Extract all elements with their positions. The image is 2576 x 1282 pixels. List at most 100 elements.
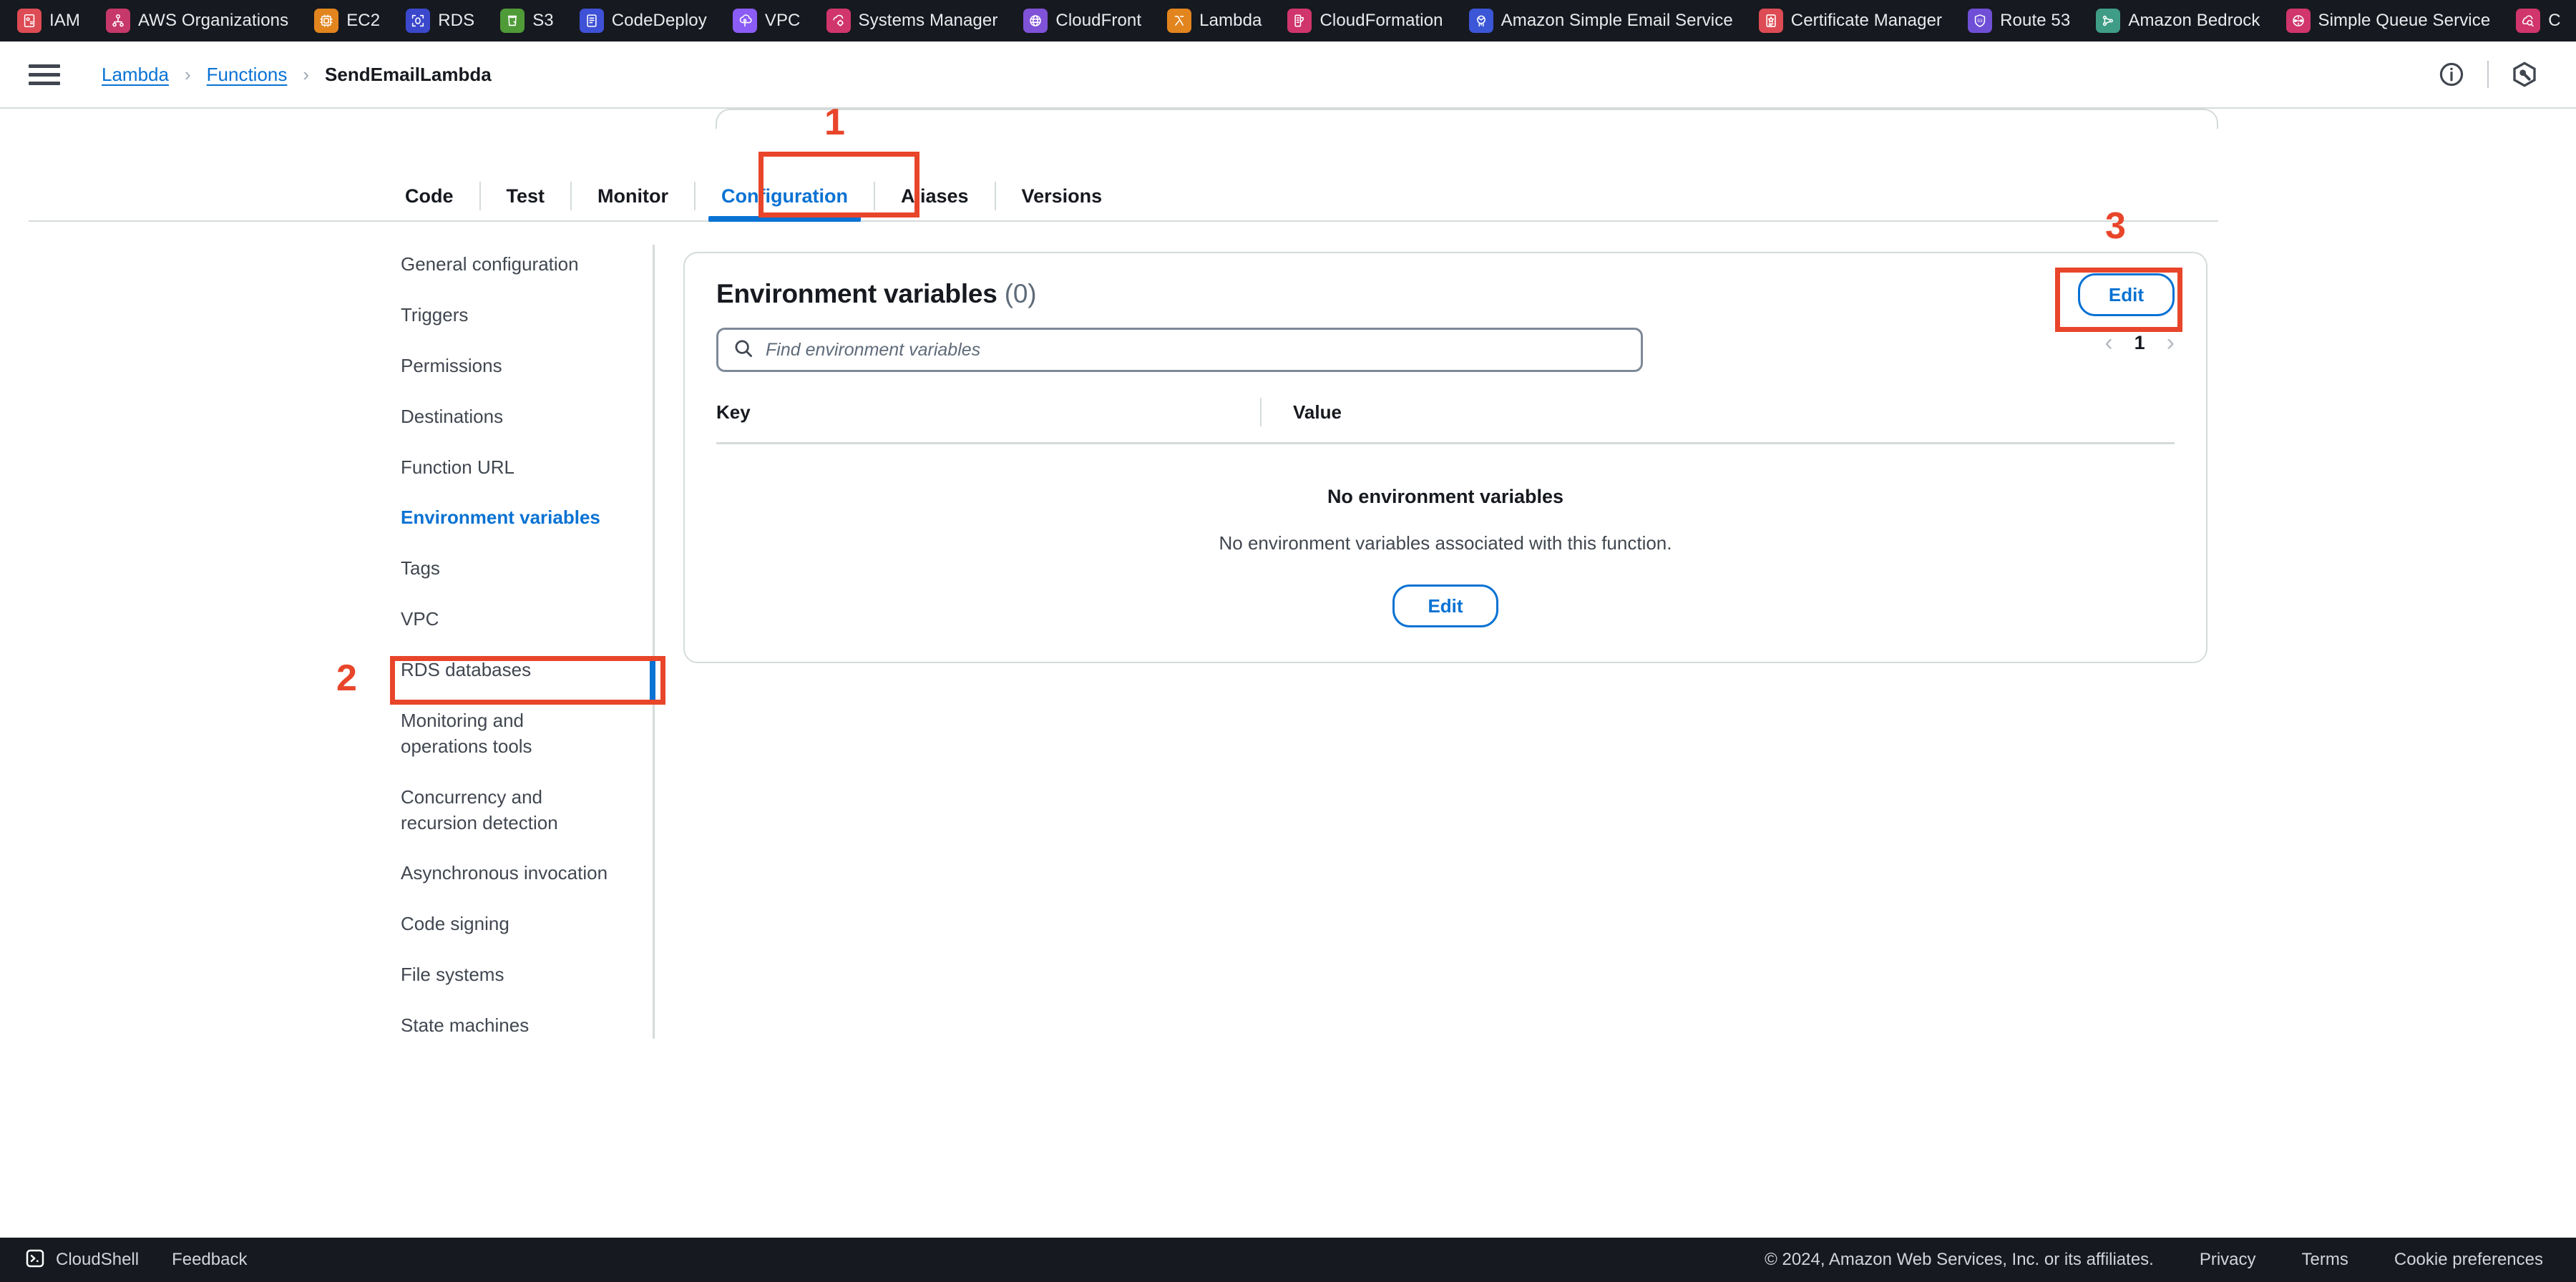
page-title: Environment variables (0): [716, 279, 1037, 309]
info-icon[interactable]: [2429, 52, 2474, 97]
edit-button[interactable]: Edit: [2077, 273, 2175, 316]
tab-code[interactable]: Code: [379, 167, 479, 222]
bookmark-label: Lambda: [1199, 11, 1262, 30]
sidebar-item-general-configuration[interactable]: General configuration: [401, 252, 658, 278]
cloudshell-label: CloudShell: [56, 1250, 140, 1269]
tab-test[interactable]: Test: [481, 167, 571, 222]
organizations-icon: [105, 9, 130, 33]
tab-configuration[interactable]: Configuration: [696, 167, 874, 222]
aws-bookmark-bar: IAM AWS Organizations EC2 RDS S3 CodeDeploy VP…: [0, 0, 2576, 41]
cloudshell-button[interactable]: CloudShell: [24, 1248, 139, 1273]
tab-versions[interactable]: Versions: [996, 167, 1128, 222]
annotation-number-1: 1: [824, 102, 845, 143]
search-icon: [733, 338, 754, 363]
sidebar-item-vpc[interactable]: VPC: [401, 607, 658, 632]
breadcrumb-lambda[interactable]: Lambda: [102, 64, 169, 86]
sidebar-item-permissions[interactable]: Permissions: [401, 353, 658, 379]
ec2-icon: [314, 9, 339, 33]
bookmark-label: S3: [532, 11, 554, 30]
bookmark-label: AWS Organizations: [137, 11, 289, 30]
terms-link[interactable]: Terms: [2302, 1250, 2348, 1270]
tab-label: Configuration: [721, 185, 848, 207]
privacy-link[interactable]: Privacy: [2200, 1250, 2256, 1270]
bookmark-item-iam[interactable]: IAM: [17, 0, 94, 41]
footer-right: © 2024, Amazon Web Services, Inc. or its…: [1765, 1250, 2576, 1270]
bookmark-label: Simple Queue Service: [2318, 11, 2491, 30]
sidebar-item-file-systems[interactable]: File systems: [401, 962, 658, 988]
svg-text:53: 53: [1978, 19, 1984, 24]
breadcrumb-separator-1: ›: [184, 63, 191, 85]
bookmark-item-ec2[interactable]: EC2: [314, 0, 394, 41]
sqs-icon: [2285, 9, 2311, 33]
sidebar-item-destinations[interactable]: Destinations: [401, 404, 658, 430]
configuration-sidenav: General configuration Triggers Permissions…: [401, 252, 658, 1064]
bookmark-label: Route 53: [2000, 11, 2071, 30]
breadcrumb-current: SendEmailLambda: [325, 63, 492, 85]
bookmark-label: IAM: [49, 11, 80, 30]
sidebar-item-tags[interactable]: Tags: [401, 556, 658, 582]
iam-icon: [17, 9, 42, 33]
sidebar-item-triggers[interactable]: Triggers: [401, 303, 658, 328]
cloudwatch-icon: [2516, 9, 2541, 33]
sidebar-item-state-machines[interactable]: State machines: [401, 1013, 658, 1039]
bookmark-item-amazon-bedrock[interactable]: Amazon Bedrock: [2096, 0, 2274, 41]
function-tabs: Code Test Monitor Configuration Aliases Versi…: [0, 150, 2576, 222]
tab-monitor[interactable]: Monitor: [572, 167, 694, 222]
annotation-number-2: 2: [336, 657, 357, 699]
bookmark-item-s3[interactable]: S3: [500, 0, 568, 41]
bookmark-label: CloudFront: [1055, 11, 1142, 30]
route53-icon: 53: [1968, 9, 1993, 33]
cloudfront-icon: [1023, 9, 1048, 33]
hamburger-icon[interactable]: [29, 60, 60, 89]
bookmark-item-lambda[interactable]: Lambda: [1167, 0, 1276, 41]
bookmark-item-c[interactable]: C: [2516, 0, 2575, 41]
empty-state-title: No environment variables: [1327, 486, 1564, 507]
tab-aliases[interactable]: Aliases: [875, 167, 995, 222]
bookmark-item-amazon-simple-email-service[interactable]: Amazon Simple Email Service: [1468, 0, 1747, 41]
bookmark-item-simple-queue-service[interactable]: Simple Queue Service: [2285, 0, 2505, 41]
empty-state: No environment variables No environment …: [685, 486, 2206, 627]
bookmark-item-aws-organizations[interactable]: AWS Organizations: [105, 0, 303, 41]
sidebar-item-rds-databases[interactable]: RDS databases: [401, 657, 658, 683]
chevron-left-icon[interactable]: ‹: [2104, 331, 2112, 355]
feedback-link[interactable]: Feedback: [172, 1250, 247, 1270]
bookmark-label: VPC: [764, 11, 801, 30]
sidebar-item-monitoring-and-operations-tools[interactable]: Monitoring and operations tools: [401, 708, 658, 760]
sidebar-item-concurrency-and-recursion-detection[interactable]: Concurrency and recursion detection: [401, 785, 658, 836]
bookmark-item-route-53[interactable]: 53 Route 53: [1968, 0, 2084, 41]
sidebar-item-environment-variables[interactable]: Environment variables: [401, 505, 658, 531]
settings-hex-icon[interactable]: [2502, 52, 2547, 97]
bookmark-item-codedeploy[interactable]: CodeDeploy: [579, 0, 721, 41]
bookmark-item-cloudformation[interactable]: CloudFormation: [1287, 0, 1457, 41]
pagination-page[interactable]: 1: [2135, 332, 2145, 354]
breadcrumb: Lambda › Functions › SendEmailLambda: [102, 64, 492, 86]
footer-left: CloudShell Feedback: [0, 1248, 247, 1273]
sidebar-item-code-signing[interactable]: Code signing: [401, 911, 658, 937]
empty-state-edit-button[interactable]: Edit: [1392, 584, 1498, 627]
certificate-manager-icon: [1758, 9, 1783, 33]
chevron-right-icon[interactable]: ›: [2167, 331, 2175, 355]
empty-state-subtitle: No environment variables associated with…: [1219, 532, 1672, 554]
breadcrumb-functions[interactable]: Functions: [207, 64, 288, 86]
table-header-row: Key Value: [716, 398, 2175, 444]
bookmark-label: RDS: [438, 11, 475, 30]
panel-above-edge: [716, 109, 2218, 129]
sidebar-item-asynchronous-invocation[interactable]: Asynchronous invocation: [401, 861, 658, 886]
bookmark-item-rds[interactable]: RDS: [406, 0, 489, 41]
column-header-key: Key: [716, 401, 751, 423]
environment-variables-card: Environment variables (0) Edit Find envi…: [683, 252, 2207, 663]
bookmark-item-certificate-manager[interactable]: Certificate Manager: [1758, 0, 1956, 41]
header-actions: [2429, 52, 2576, 97]
bookmark-label: Systems Manager: [858, 11, 998, 30]
page-body: Code Test Monitor Configuration Aliases Versi…: [0, 104, 2576, 1248]
sidebar-item-function-url[interactable]: Function URL: [401, 455, 658, 481]
bookmark-item-cloudfront[interactable]: CloudFront: [1023, 0, 1156, 41]
bookmark-item-systems-manager[interactable]: Systems Manager: [826, 0, 1013, 41]
card-title-count: (0): [1004, 279, 1037, 308]
bookmark-item-vpc[interactable]: VPC: [732, 0, 815, 41]
search-input[interactable]: Find environment variables: [716, 328, 1643, 372]
cookie-preferences-link[interactable]: Cookie preferences: [2394, 1250, 2543, 1270]
vpc-icon: [732, 9, 757, 33]
tab-label: Code: [405, 185, 454, 207]
tab-label: Versions: [1021, 185, 1103, 207]
